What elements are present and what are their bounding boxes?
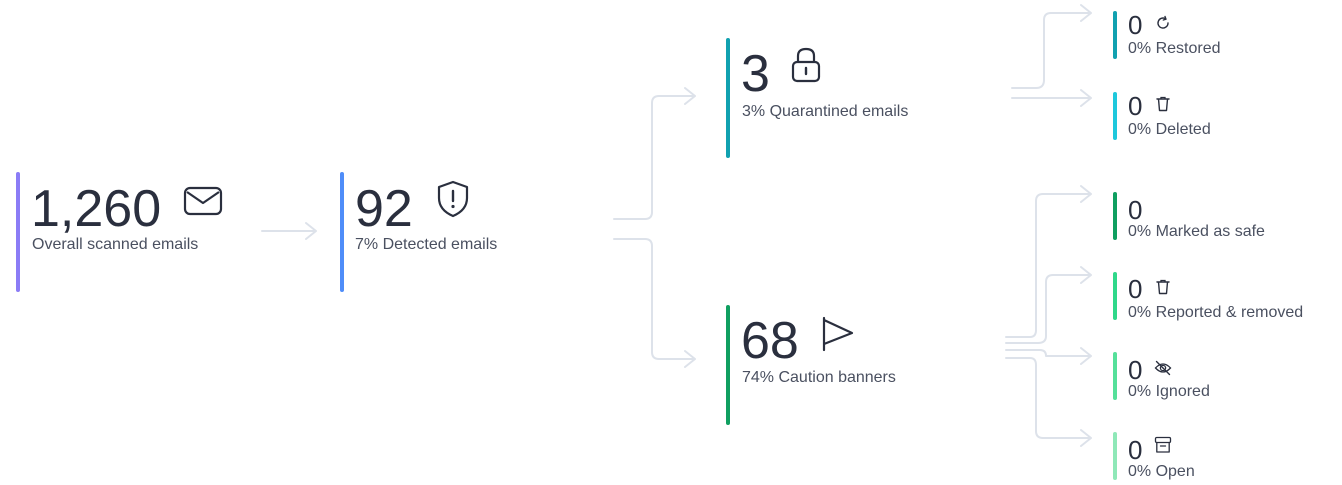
- deleted-count: 0: [1128, 91, 1143, 121]
- connector-quarantined-deleted: [1011, 89, 1092, 107]
- overall-accent-bar: [16, 172, 20, 292]
- shield-alert-icon: [437, 180, 469, 218]
- trash-icon: [1156, 96, 1170, 112]
- overall-label: Overall scanned emails: [32, 236, 199, 253]
- quarantined-count: 3: [741, 45, 770, 103]
- overall-count: 1,260: [31, 180, 162, 238]
- flow-connectors: [261, 4, 1092, 447]
- deleted-accent-bar: [1113, 92, 1117, 140]
- marked-safe-count: 0: [1128, 195, 1143, 225]
- reported-removed-label: 0% Reported & removed: [1128, 304, 1304, 321]
- marked-safe-accent-bar: [1113, 192, 1117, 240]
- caution-accent-bar: [726, 305, 730, 425]
- detected-count: 92: [355, 180, 413, 238]
- reported-removed-accent-bar: [1113, 272, 1117, 320]
- refresh-icon: [1157, 15, 1169, 29]
- connector-detected-caution: [613, 238, 696, 368]
- open-label: 0% Open: [1128, 463, 1195, 480]
- connector-caution-marked-safe: [1005, 185, 1092, 338]
- connector-caution-open: [1005, 357, 1092, 447]
- connector-quarantined-restored: [1011, 4, 1092, 89]
- open-count: 0: [1128, 435, 1143, 465]
- deleted-label: 0% Deleted: [1128, 121, 1211, 138]
- caution-count: 68: [741, 312, 799, 370]
- ignored-label: 0% Ignored: [1128, 383, 1210, 400]
- connector-caution-reported: [1005, 266, 1092, 344]
- lock-icon: [791, 47, 821, 83]
- quarantined-label: 3% Quarantined emails: [742, 103, 909, 120]
- envelope-icon: [183, 186, 223, 216]
- reported-removed-count: 0: [1128, 274, 1143, 304]
- eye-off-icon: [1154, 360, 1172, 376]
- flag-icon: [822, 316, 854, 352]
- open-accent-bar: [1113, 432, 1117, 480]
- ignored-count: 0: [1128, 355, 1143, 385]
- ignored-accent-bar: [1113, 352, 1117, 400]
- connector-detected-quarantined: [613, 87, 696, 220]
- restored-count: 0: [1128, 10, 1143, 40]
- trash-icon: [1156, 279, 1170, 295]
- marked-safe-label: 0% Marked as safe: [1128, 223, 1265, 240]
- archive-icon: [1154, 436, 1172, 453]
- detected-label: 7% Detected emails: [355, 236, 498, 253]
- connector-overall-detected: [261, 222, 317, 240]
- caution-label: 74% Caution banners: [742, 369, 896, 386]
- restored-accent-bar: [1113, 11, 1117, 59]
- connector-caution-ignored: [1005, 347, 1092, 365]
- detected-accent-bar: [340, 172, 344, 292]
- restored-label: 0% Restored: [1128, 40, 1221, 57]
- quarantined-accent-bar: [726, 38, 730, 158]
